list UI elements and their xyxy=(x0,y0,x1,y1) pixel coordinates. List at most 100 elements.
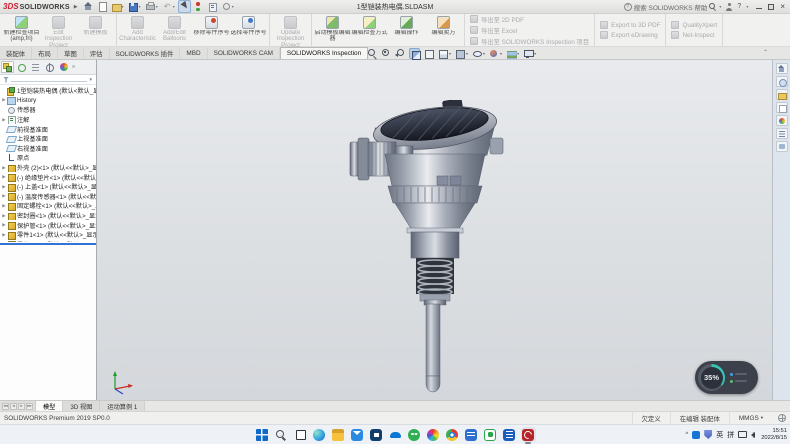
dropdown-caret-icon[interactable]: ▾ xyxy=(122,4,124,9)
help-caret-icon[interactable]: ▾ xyxy=(746,4,748,9)
edit-methods-button[interactable]: 编辑检查方式 xyxy=(351,15,388,36)
collapse-commandmanager-icon[interactable]: ⌃ xyxy=(763,49,768,56)
close-button[interactable]: × xyxy=(780,4,785,10)
file-explorer-icon[interactable] xyxy=(776,89,788,100)
tree-item[interactable]: ▶(-) 温度传感器<1> (默认<<默认>_ xyxy=(0,192,96,202)
dimxpertmanager-tab[interactable] xyxy=(43,61,56,73)
login-user-icon[interactable] xyxy=(725,3,733,11)
tree-item[interactable]: 传感器 xyxy=(0,105,96,115)
file-properties-button[interactable] xyxy=(206,0,219,13)
edit-operations-button[interactable]: 编辑操作 xyxy=(388,15,425,36)
tree-item[interactable]: ▶保护管<1> (默认<<默认>_显示状 xyxy=(0,220,96,230)
template-editor-button[interactable]: 启动模板编辑器 xyxy=(314,15,351,43)
tab-mbd[interactable]: MBD xyxy=(180,47,207,59)
tree-filter[interactable]: ▼ xyxy=(0,75,96,85)
remove-balloons-button[interactable]: 移除零件序号 xyxy=(193,15,230,36)
propertymanager-tab[interactable] xyxy=(15,61,28,73)
notes-app-taskbar-button[interactable] xyxy=(464,427,479,442)
appearances-scenes-icon[interactable] xyxy=(776,115,788,126)
tags-globe-icon[interactable] xyxy=(778,414,786,422)
hide-show-items-button[interactable]: ▾ xyxy=(470,48,486,59)
solidworks-forum-icon[interactable] xyxy=(776,141,788,152)
start-taskbar-button[interactable] xyxy=(255,427,270,442)
document-tab-1[interactable]: 模型 xyxy=(36,401,63,411)
previous-view-button[interactable] xyxy=(394,48,407,59)
dropdown-caret-icon[interactable]: ▾ xyxy=(517,51,519,56)
messaging-app-taskbar-button[interactable] xyxy=(407,427,422,442)
tree-item[interactable]: 右视基准面 xyxy=(0,144,96,154)
tab-评估[interactable]: 评估 xyxy=(84,47,110,59)
new-document-button[interactable] xyxy=(96,0,109,13)
tab-solidworks-插件[interactable]: SOLIDWORKS 插件 xyxy=(110,47,181,59)
onedrive-tray-icon[interactable] xyxy=(692,431,700,439)
tree-item[interactable]: ▶注解 xyxy=(0,115,96,125)
dropdown-caret-icon[interactable]: ▾ xyxy=(139,4,141,9)
store-taskbar-button[interactable] xyxy=(369,427,384,442)
chrome-taskbar-button[interactable] xyxy=(445,427,460,442)
home-button[interactable] xyxy=(82,0,95,13)
armored-thermocouple-model[interactable] xyxy=(325,100,545,395)
security-shield-icon[interactable] xyxy=(704,430,712,439)
design-library-icon[interactable] xyxy=(776,76,788,87)
tree-item[interactable]: 1型铠装热电偶 (默认<默认_显示状-1 xyxy=(0,86,96,96)
options-button[interactable]: ▾ xyxy=(220,0,236,13)
file-explorer-taskbar-button[interactable] xyxy=(331,427,346,442)
units-caret-icon[interactable]: ▾ xyxy=(761,415,763,421)
document-tab-2[interactable]: 3D 视图 xyxy=(63,401,100,411)
tree-item[interactable]: ▶零件2<1> (默认<<默认>_显示状态 xyxy=(0,240,96,242)
clock[interactable]: 15:51 2022/8/15 xyxy=(761,428,787,441)
tree-item[interactable]: 上视基准面 xyxy=(0,134,96,144)
solidworks-taskbar-button[interactable] xyxy=(521,427,536,442)
dropdown-caret-icon[interactable]: ▾ xyxy=(483,51,485,56)
edge-taskbar-button[interactable] xyxy=(312,427,327,442)
mail-taskbar-button[interactable] xyxy=(350,427,365,442)
dropdown-caret-icon[interactable]: ▾ xyxy=(449,51,451,56)
dropdown-caret-icon[interactable]: ▾ xyxy=(156,4,158,9)
ime-language-indicator[interactable]: 英 xyxy=(716,430,723,440)
displaymanager-tab[interactable] xyxy=(57,61,70,73)
volume-icon[interactable] xyxy=(751,432,755,438)
save-button[interactable]: ▾ xyxy=(127,0,143,13)
zoom-to-area-button[interactable] xyxy=(380,48,393,59)
dropdown-caret-icon[interactable]: ▾ xyxy=(466,51,468,56)
view-palette-icon[interactable] xyxy=(776,102,788,113)
tab-solidworks-cam[interactable]: SOLIDWORKS CAM xyxy=(208,47,280,59)
edit-appearance-button[interactable]: ▾ xyxy=(487,48,503,59)
tree-item[interactable]: 原点 xyxy=(0,153,96,163)
search-icon[interactable] xyxy=(709,3,716,10)
ime-pinyin-indicator[interactable]: 拼 xyxy=(727,430,734,440)
display-style-button[interactable]: ▾ xyxy=(453,48,469,59)
tab-草图[interactable]: 草图 xyxy=(58,47,84,59)
dropdown-caret-icon[interactable]: ▾ xyxy=(500,51,502,56)
select-button[interactable] xyxy=(178,0,191,13)
custom-properties-icon[interactable] xyxy=(776,128,788,139)
panel-tabs-overflow-icon[interactable]: » xyxy=(71,64,76,70)
zoom-to-fit-button[interactable] xyxy=(366,48,379,59)
filter-input[interactable] xyxy=(11,78,87,82)
tree-item[interactable]: ▶固定螺栓<1> (默认<<默认>_显示状 xyxy=(0,201,96,211)
rebuild-button[interactable] xyxy=(192,0,205,13)
new-inspection-button[interactable]: 新建检查项目 (amp,fri) xyxy=(3,15,40,43)
view-orientation-button[interactable]: ▾ xyxy=(436,48,452,59)
tree-item[interactable]: ▶零件1<1> (默认<<默认>_显示状态 xyxy=(0,230,96,240)
help-icon[interactable]: ? xyxy=(737,3,741,10)
tree-item[interactable]: ▶History xyxy=(0,96,96,106)
word-taskbar-button[interactable] xyxy=(502,427,517,442)
graphics-area[interactable]: 35% xyxy=(97,60,772,400)
open-document-button[interactable]: ▾ xyxy=(110,0,126,13)
tree-item[interactable]: 前视基准面 xyxy=(0,124,96,134)
edit-vendors-button[interactable]: 编辑卖方 xyxy=(425,15,462,36)
help-search[interactable]: ? 搜索 SOLIDWORKS 帮助 ▾ xyxy=(624,2,722,12)
tab-装配体[interactable]: 装配体 xyxy=(0,47,32,59)
filter-caret-icon[interactable]: ▼ xyxy=(89,77,93,82)
tab-scroll-button[interactable]: ▸ xyxy=(18,403,25,410)
task-view-taskbar-button[interactable] xyxy=(293,427,308,442)
search-caret-icon[interactable]: ▾ xyxy=(719,4,721,9)
tab-scroll-button[interactable]: ◂ xyxy=(10,403,17,410)
performance-overlay[interactable]: 35% xyxy=(695,361,758,394)
view-settings-button[interactable]: ▾ xyxy=(521,48,537,59)
select-balloons-button[interactable]: 选择零件序号 xyxy=(230,15,267,36)
docs-app-taskbar-button[interactable] xyxy=(483,427,498,442)
restore-button[interactable] xyxy=(768,4,774,10)
section-view-button[interactable] xyxy=(408,48,421,59)
